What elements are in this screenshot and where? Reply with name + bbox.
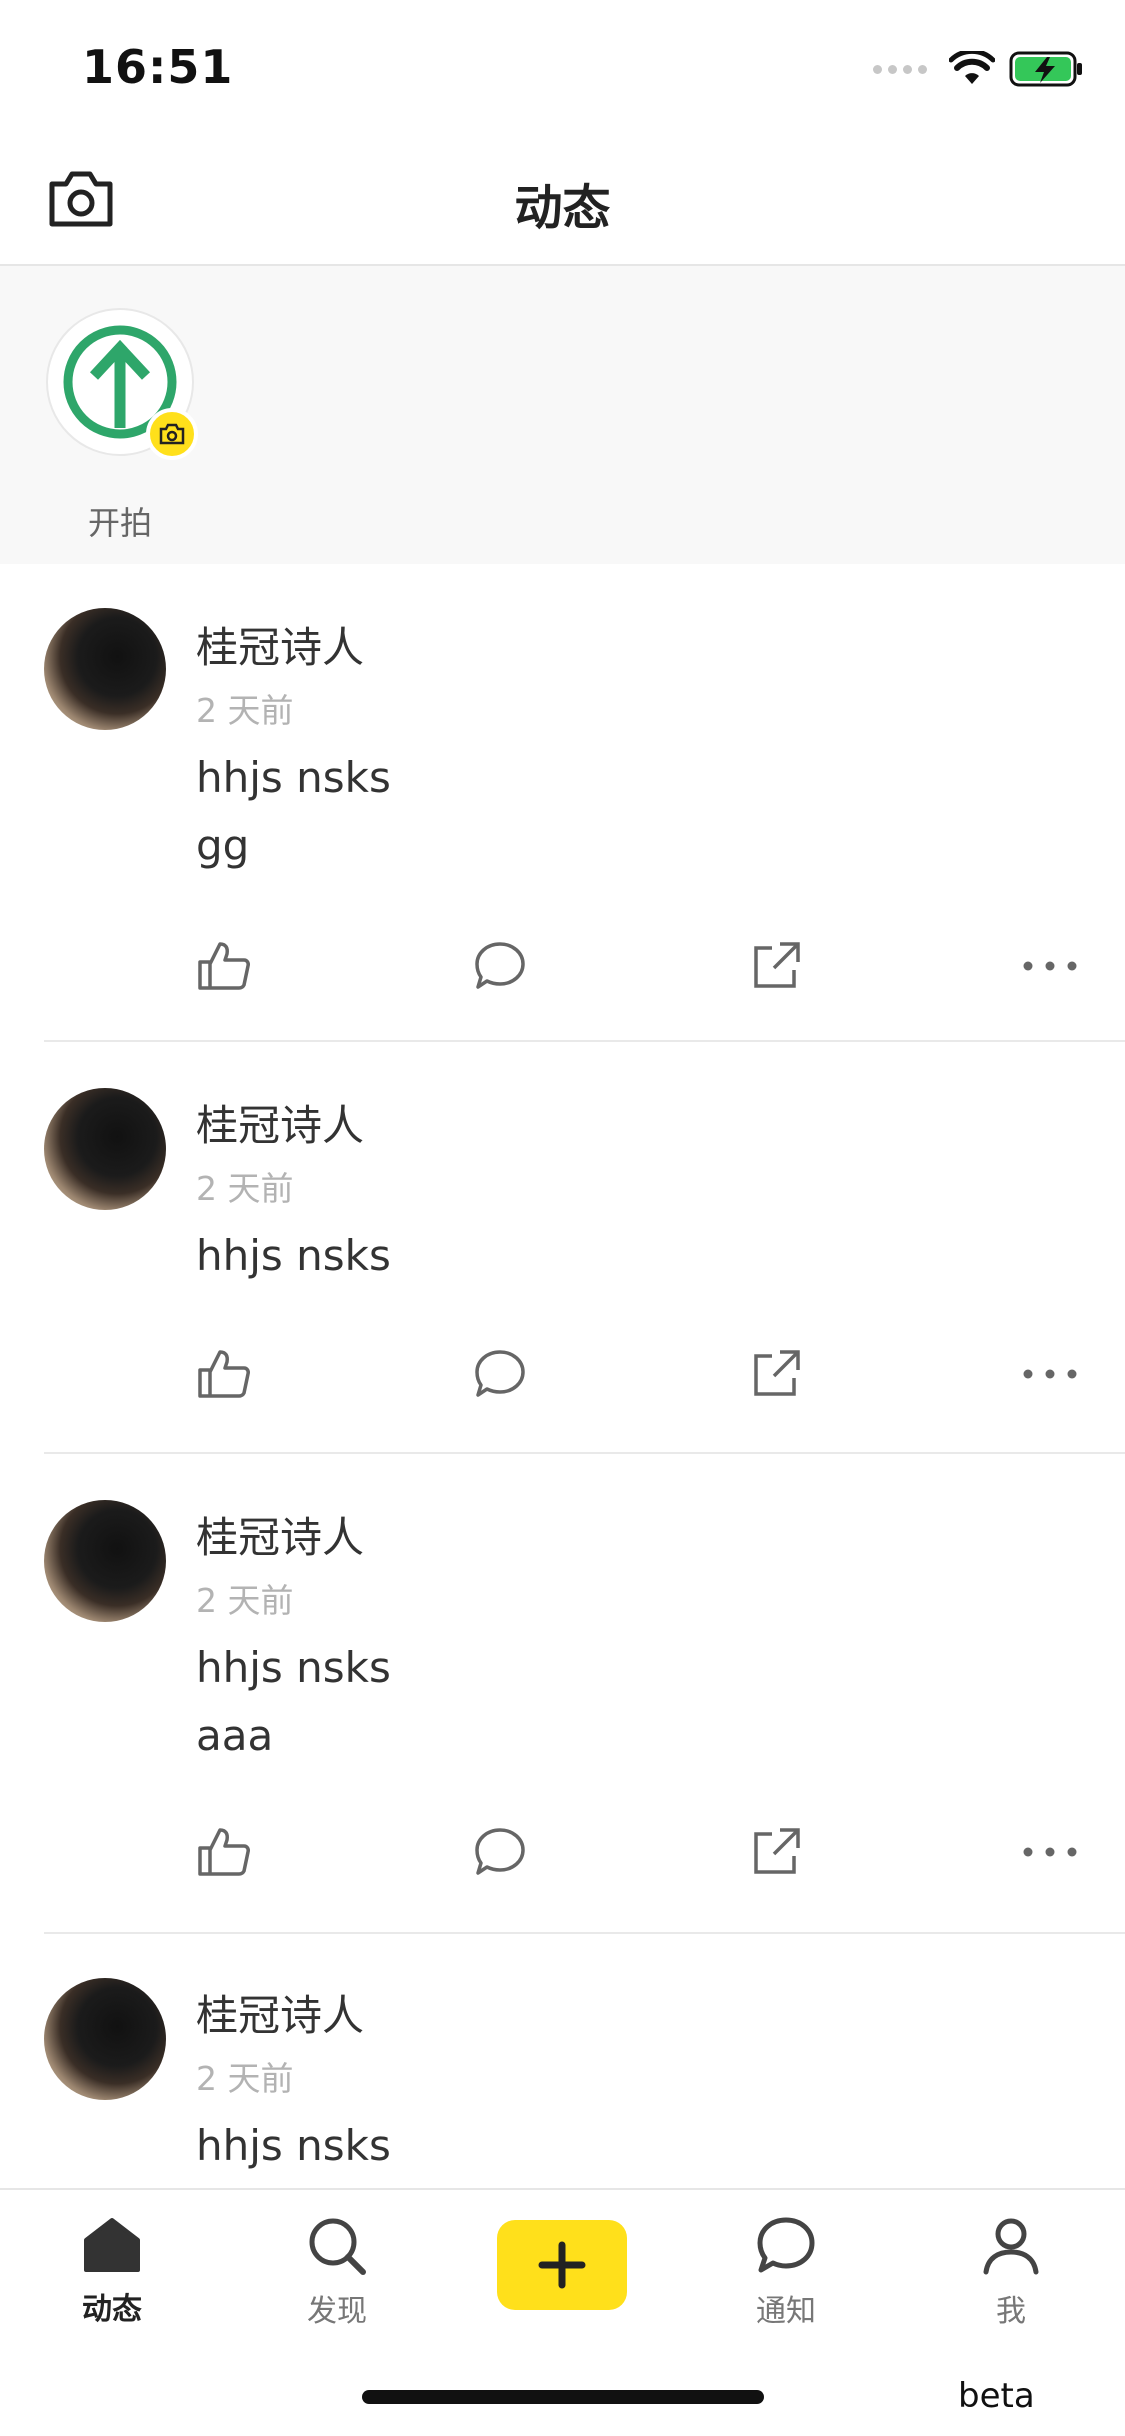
post-card: 桂冠诗人 2 天前 hhjs nsks [0,1042,1125,1454]
cellular-signal-icon [873,64,927,74]
author-name[interactable]: 桂冠诗人 [196,614,364,675]
author-name[interactable]: 桂冠诗人 [196,1092,364,1153]
stories-strip: 开拍 [0,266,1125,564]
tab-discover[interactable]: 发现 [272,2216,402,2330]
comment-button[interactable] [468,1342,532,1406]
tab-label: 通知 [756,2294,816,2329]
tab-label: 我 [996,2294,1026,2329]
feed-screen: 16:51 动态 开拍 桂冠诗人 2 天前 hhjs nsks gg 桂冠诗人 … [0,0,1125,2436]
comment-button[interactable] [468,934,532,998]
status-indicators [873,44,1085,94]
status-time: 16:51 [82,40,234,94]
battery-charging-icon [1009,51,1082,87]
more-dots-icon [1023,1847,1077,1857]
create-post-button[interactable] [497,2220,627,2310]
share-external-icon [754,1828,800,1874]
home-indicator[interactable] [362,2390,764,2404]
share-external-icon [754,942,800,988]
post-content[interactable]: hhjs nsks [196,2112,391,2180]
home-icon [84,2218,140,2272]
post-content[interactable]: hhjs nsks [196,1222,391,1290]
post-line: gg [196,821,250,870]
like-button[interactable] [192,1342,256,1406]
comment-icon [475,1828,525,1875]
tab-feed[interactable]: 动态 [47,2216,177,2328]
tab-me[interactable]: 我 [946,2216,1076,2330]
like-button[interactable] [192,934,256,998]
tab-label: 发现 [307,2294,367,2329]
page-title: 动态 [514,180,611,236]
camera-small-icon [159,423,185,445]
post-time: 2 天前 [196,691,294,730]
status-bar: 16:51 [0,0,1125,132]
post-actions [0,934,1125,1004]
post-time: 2 天前 [196,2059,294,2098]
story-camera-badge [146,408,198,460]
thumbs-up-icon [198,1350,250,1398]
share-button[interactable] [744,934,808,998]
post-actions [0,1820,1125,1890]
feed-list: 桂冠诗人 2 天前 hhjs nsks gg 桂冠诗人 2 天前 hhjs ns… [0,564,1125,2189]
comment-icon [475,1350,525,1397]
post-card: 桂冠诗人 2 天前 hhjs nsks aaa [0,1454,1125,1934]
more-dots-icon [1023,961,1077,971]
story-label: 开拍 [87,504,152,542]
author-avatar[interactable] [44,1978,166,2100]
post-card: 桂冠诗人 2 天前 hhjs nsks [0,1934,1125,2189]
tab-label: 动态 [82,2292,142,2327]
post-line: hhjs nsks [196,2121,391,2170]
post-line: hhjs nsks [196,1231,391,1280]
more-button[interactable] [1018,1820,1082,1884]
author-name[interactable]: 桂冠诗人 [196,1504,364,1565]
post-time: 2 天前 [196,1169,294,1208]
post-actions [0,1342,1125,1412]
search-icon [309,2218,366,2275]
comment-icon [475,942,525,989]
post-line: hhjs nsks [196,753,391,802]
author-name[interactable]: 桂冠诗人 [196,1982,364,2043]
author-avatar[interactable] [44,608,166,730]
like-button[interactable] [192,1820,256,1884]
post-time: 2 天前 [196,1581,294,1620]
post-card: 桂冠诗人 2 天前 hhjs nsks gg [0,564,1125,1042]
chat-bubble-icon [757,2217,815,2273]
author-avatar[interactable] [44,1088,166,1210]
author-avatar[interactable] [44,1500,166,1622]
user-icon [983,2218,1039,2275]
share-external-icon [754,1350,800,1396]
more-button[interactable] [1018,1342,1082,1406]
post-content[interactable]: hhjs nsks gg [196,744,391,880]
post-line: aaa [196,1711,274,1760]
more-button[interactable] [1018,934,1082,998]
comment-button[interactable] [468,1820,532,1884]
share-button[interactable] [744,1820,808,1884]
share-button[interactable] [744,1342,808,1406]
thumbs-up-icon [198,1828,250,1876]
post-line: hhjs nsks [196,1643,391,1692]
post-content[interactable]: hhjs nsks aaa [196,1634,391,1770]
wifi-icon [949,51,995,84]
navigation-bar: 动态 [0,132,1125,266]
thumbs-up-icon [198,942,250,990]
more-dots-icon [1023,1369,1077,1379]
beta-label: beta [958,2376,1035,2416]
plus-icon [538,2241,586,2289]
tab-notifications[interactable]: 通知 [721,2216,851,2330]
